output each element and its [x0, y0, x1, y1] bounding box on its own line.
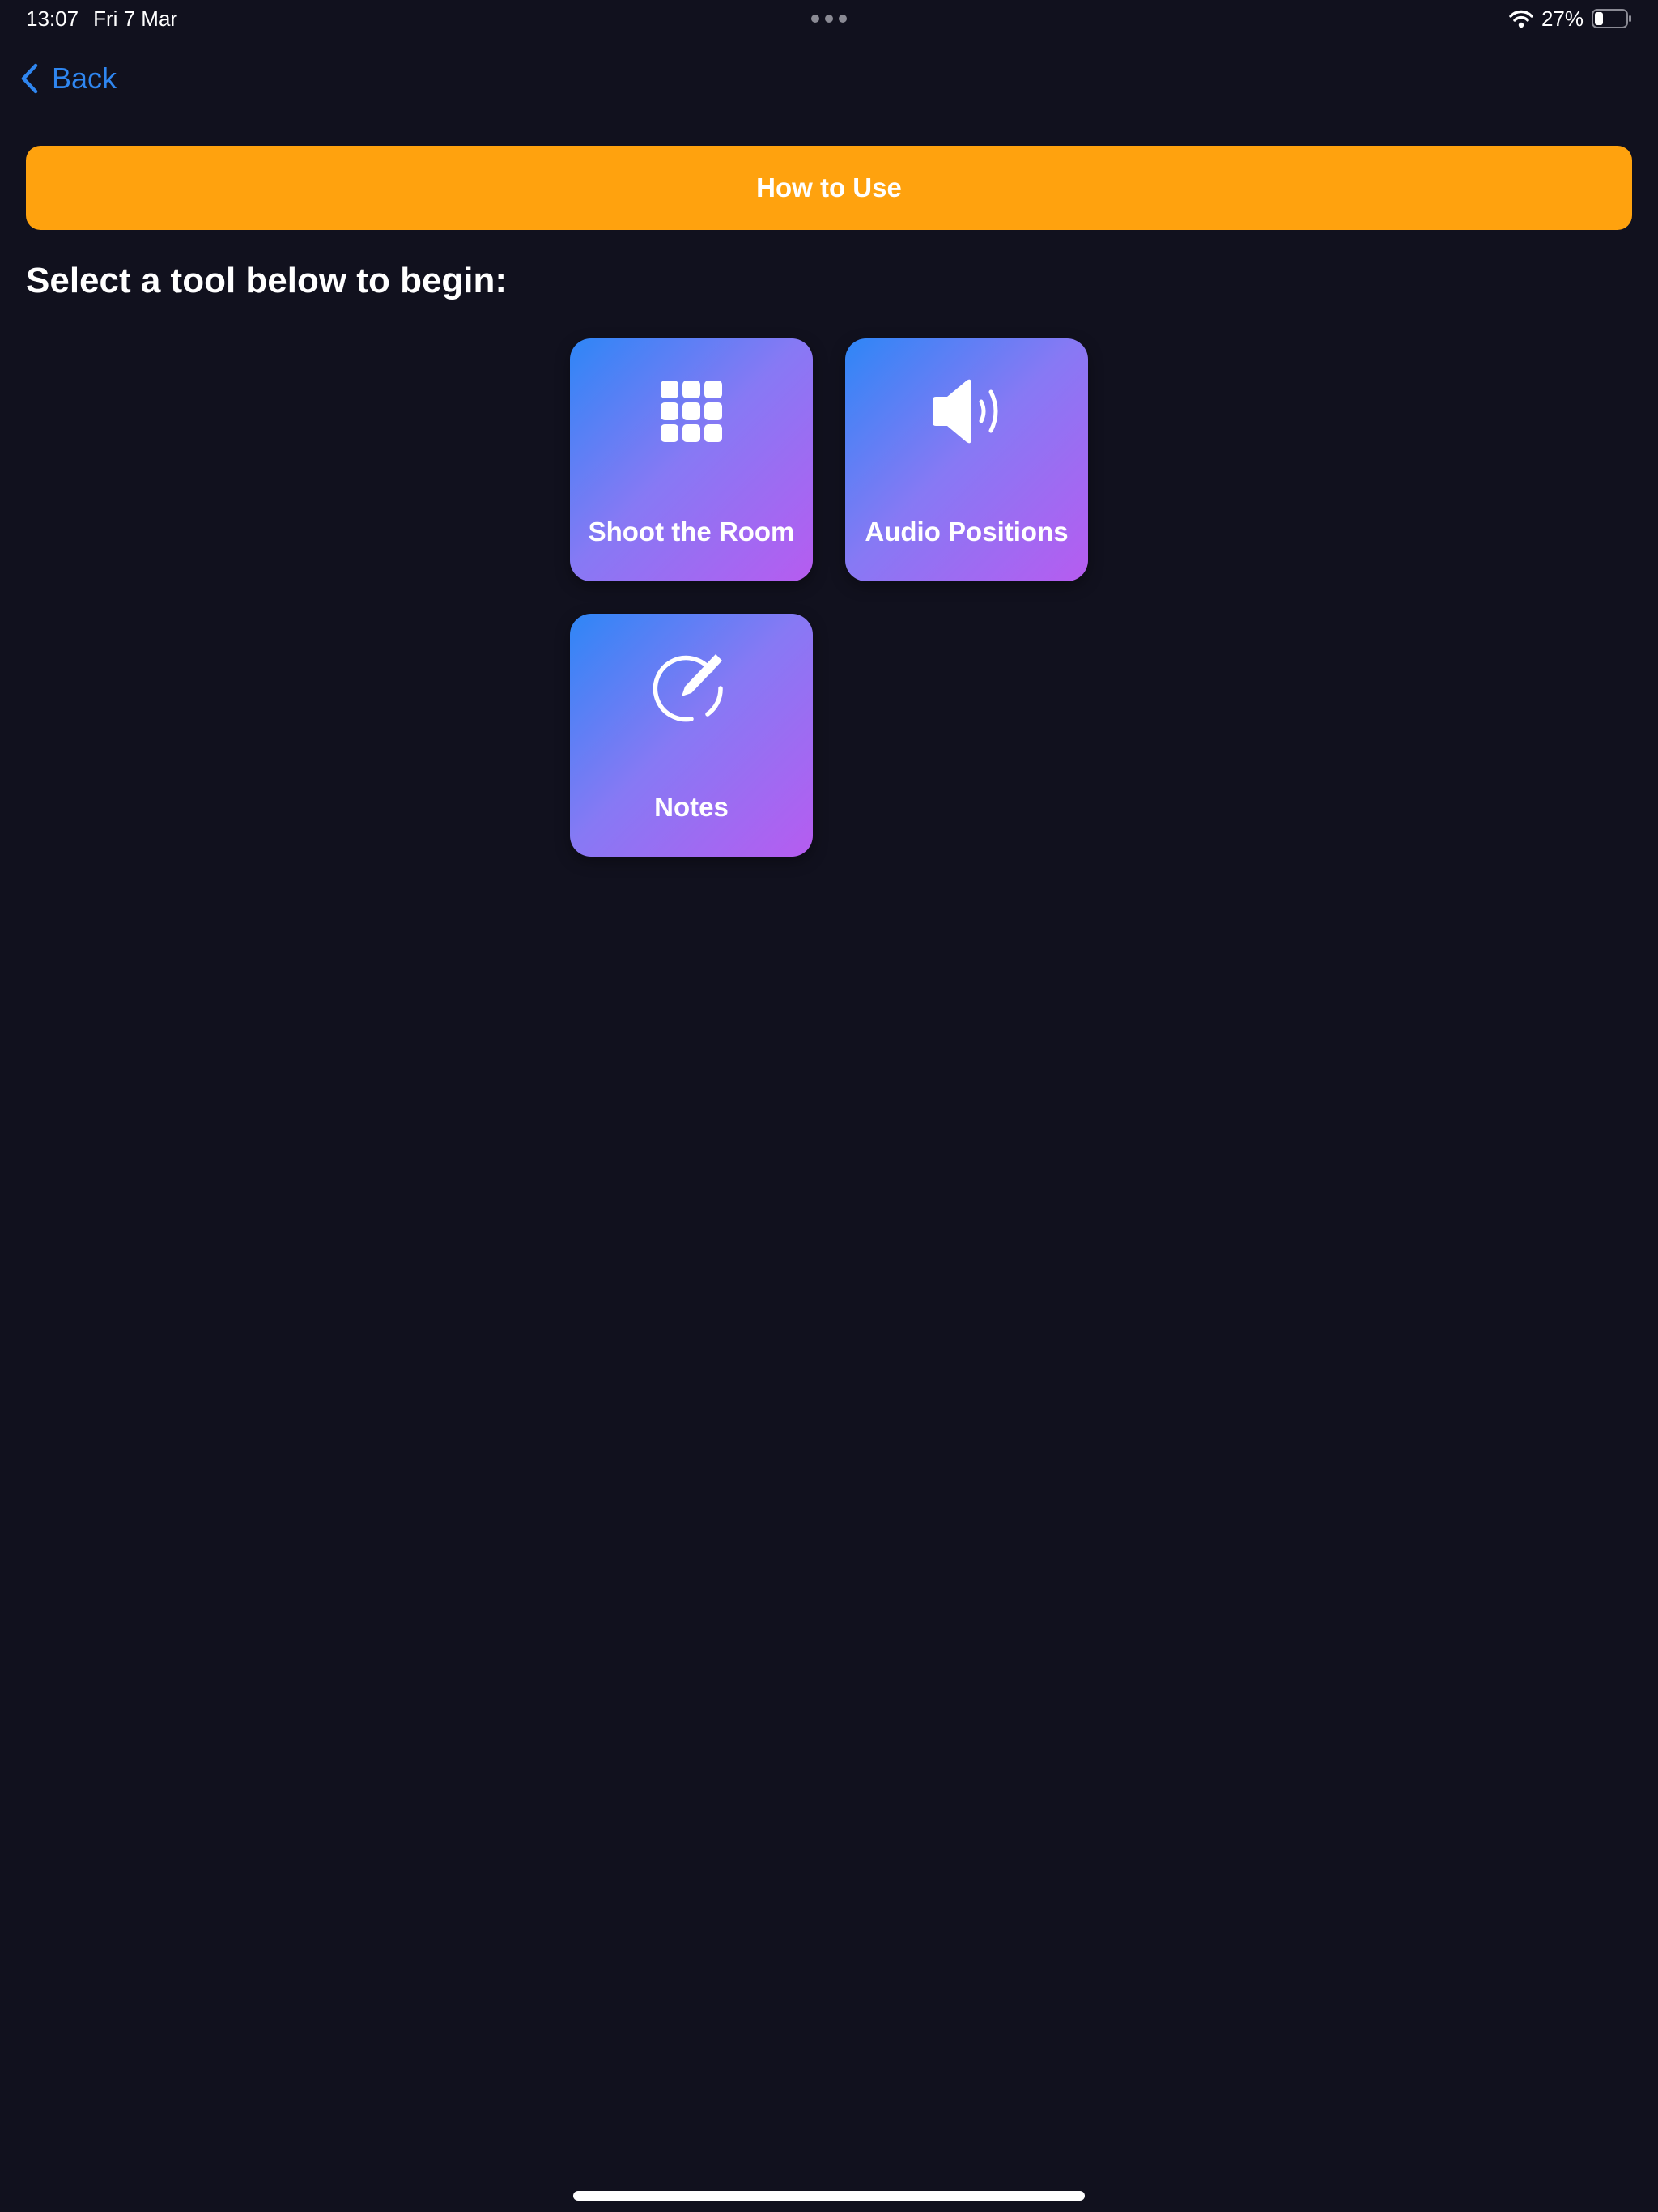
- multitasking-dots-icon[interactable]: [811, 15, 847, 23]
- date: Fri 7 Mar: [93, 6, 178, 31]
- grid-icon: [661, 381, 722, 442]
- notes-label: Notes: [654, 792, 729, 822]
- how-to-use-label: How to Use: [756, 172, 902, 202]
- audio-positions-label: Audio Positions: [865, 517, 1069, 547]
- page-heading: Select a tool below to begin:: [26, 261, 508, 300]
- chevron-left-icon: [21, 63, 38, 94]
- notes-tile[interactable]: Notes: [570, 614, 813, 857]
- wifi-icon: [1509, 10, 1533, 28]
- clock: 13:07: [26, 6, 79, 31]
- home-indicator[interactable]: [573, 2191, 1085, 2201]
- how-to-use-button[interactable]: How to Use: [26, 146, 1632, 230]
- battery-percent: 27%: [1541, 6, 1584, 31]
- speaker-icon: [933, 379, 998, 444]
- status-bar: 13:07 Fri 7 Mar 27%: [0, 0, 1658, 37]
- battery-icon: [1592, 9, 1631, 28]
- status-indicators: 27%: [1509, 6, 1632, 31]
- status-time: 13:07 Fri 7 Mar: [26, 6, 177, 32]
- back-button[interactable]: Back: [19, 60, 117, 97]
- shoot-the-room-tile[interactable]: Shoot the Room: [570, 338, 813, 581]
- audio-positions-tile[interactable]: Audio Positions: [845, 338, 1088, 581]
- shoot-the-room-label: Shoot the Room: [588, 517, 795, 547]
- back-label: Back: [52, 62, 117, 95]
- pencil-circle-icon: [653, 654, 723, 722]
